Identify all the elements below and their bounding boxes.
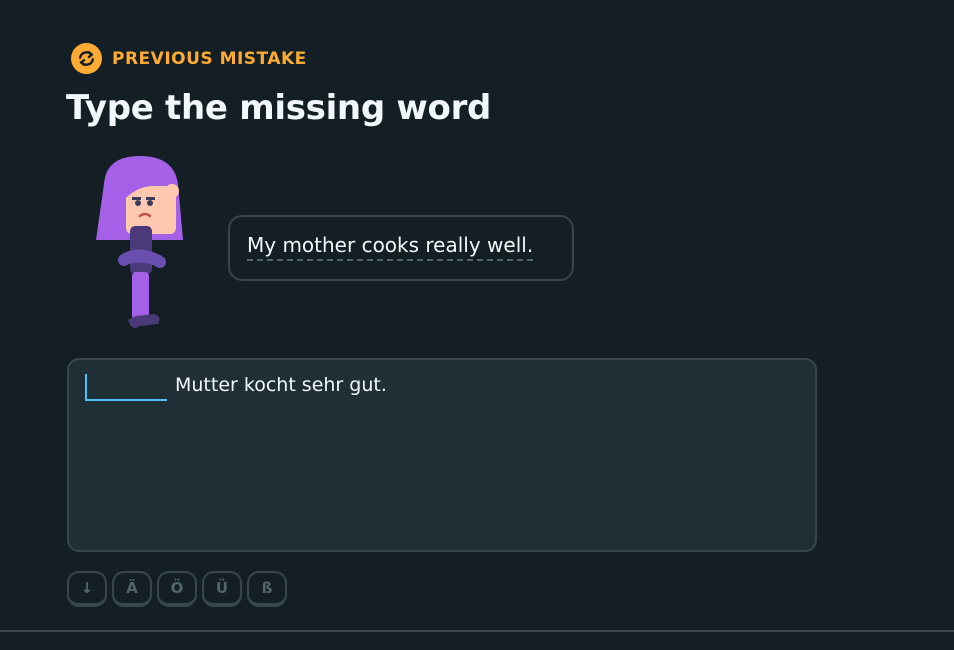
speech-bubble: My mother cooks really well. (228, 215, 574, 281)
special-characters-keyboard: ↓ Ä Ö Ü ß (67, 571, 287, 607)
refresh-icon (71, 43, 102, 74)
key-a-umlaut[interactable]: Ä (112, 571, 152, 607)
key-eszett[interactable]: ß (247, 571, 287, 607)
key-u-umlaut[interactable]: Ü (202, 571, 242, 607)
character-illustration (92, 154, 187, 334)
prompt-sentence[interactable]: My mother cooks really well. (247, 233, 534, 261)
answer-area[interactable]: Mutter kocht sehr gut. (67, 358, 817, 552)
collapse-keyboard-key[interactable]: ↓ (67, 571, 107, 607)
previous-mistake-label: PREVIOUS MISTAKE (112, 48, 307, 69)
footer-divider (0, 630, 954, 632)
previous-mistake-header: PREVIOUS MISTAKE (71, 43, 307, 74)
page-title: Type the missing word (66, 88, 492, 128)
key-o-umlaut[interactable]: Ö (157, 571, 197, 607)
missing-word-input[interactable] (85, 372, 167, 401)
sentence-text: Mutter kocht sehr gut. (175, 374, 387, 396)
